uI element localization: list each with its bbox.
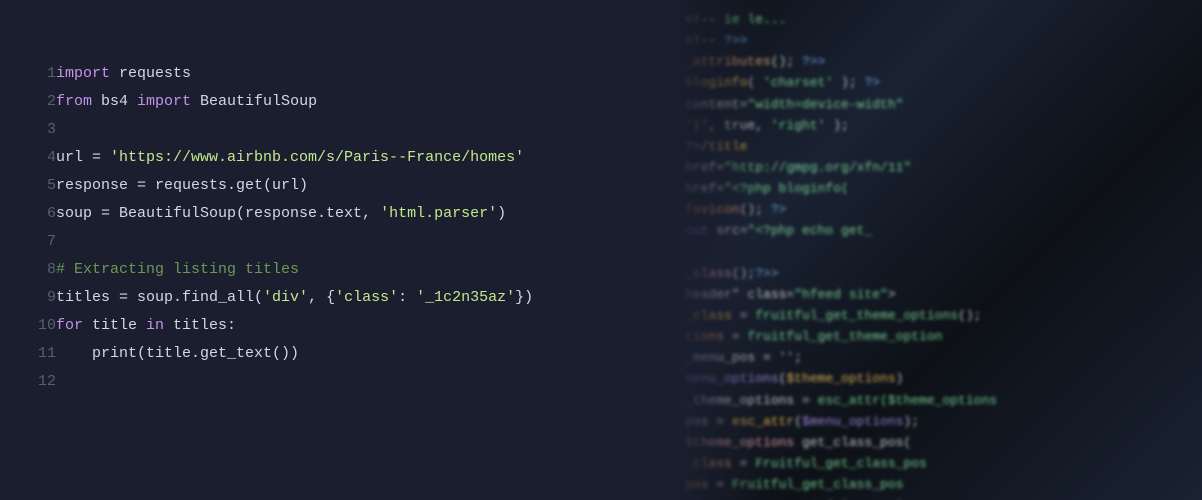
token-kw: for (56, 317, 83, 334)
code-line: 10for title in titles: (20, 312, 650, 340)
token-plain: soup = BeautifulSoup(response.text, (56, 205, 380, 222)
line-number: 10 (20, 312, 56, 340)
token-plain: print(title.get_text()) (56, 345, 299, 362)
token-plain: bs4 (92, 93, 137, 110)
token-plain: , { (308, 289, 335, 306)
token-str: 'class' (335, 289, 398, 306)
token-str: '_1c2n35az' (416, 289, 515, 306)
line-number: 4 (20, 144, 56, 172)
token-kw: in (146, 317, 164, 334)
line-number: 8 (20, 256, 56, 284)
token-comment: # Extracting listing titles (56, 261, 299, 278)
line-content (56, 368, 650, 396)
line-content (56, 116, 650, 144)
token-str: 'https://www.airbnb.com/s/Paris--France/… (110, 149, 524, 166)
token-str: 'div' (263, 289, 308, 306)
line-content: soup = BeautifulSoup(response.text, 'htm… (56, 200, 650, 228)
token-plain: url = (56, 149, 110, 166)
line-number: 7 (20, 228, 56, 256)
line-number: 5 (20, 172, 56, 200)
line-number: 1 (20, 60, 56, 88)
code-panel: 1import requests2from bs4 import Beautif… (0, 0, 670, 500)
line-content (56, 228, 650, 256)
token-plain: requests (110, 65, 191, 82)
token-plain: BeautifulSoup (191, 93, 317, 110)
line-number: 12 (20, 368, 56, 396)
code-line: 8# Extracting listing titles (20, 256, 650, 284)
code-line: 12 (20, 368, 650, 396)
line-number: 11 (20, 340, 56, 368)
line-number: 9 (20, 284, 56, 312)
token-kw: import (137, 93, 191, 110)
line-content: response = requests.get(url) (56, 172, 650, 200)
code-line: 5response = requests.get(url) (20, 172, 650, 200)
line-content: print(title.get_text()) (56, 340, 650, 368)
token-plain: titles: (164, 317, 236, 334)
token-kw: import (56, 65, 110, 82)
line-content: url = 'https://www.airbnb.com/s/Paris--F… (56, 144, 650, 172)
code-line: 11 print(title.get_text()) (20, 340, 650, 368)
line-number: 3 (20, 116, 56, 144)
code-line: 1import requests (20, 60, 650, 88)
line-number: 6 (20, 200, 56, 228)
code-line: 7 (20, 228, 650, 256)
token-kw: from (56, 93, 92, 110)
line-content: from bs4 import BeautifulSoup (56, 88, 650, 116)
line-content: # Extracting listing titles (56, 256, 650, 284)
token-plain: : (398, 289, 416, 306)
code-line: 2from bs4 import BeautifulSoup (20, 88, 650, 116)
code-line: 6soup = BeautifulSoup(response.text, 'ht… (20, 200, 650, 228)
line-number: 2 (20, 88, 56, 116)
code-table: 1import requests2from bs4 import Beautif… (20, 60, 650, 396)
token-plain: }) (515, 289, 533, 306)
blurred-code-background: <!-- ie le... <!-- ?>> _attributes(); ?>… (670, 0, 1202, 500)
line-content: titles = soup.find_all('div', {'class': … (56, 284, 650, 312)
code-line: 4url = 'https://www.airbnb.com/s/Paris--… (20, 144, 650, 172)
blurred-code-overlay: <!-- ie le... <!-- ?>> _attributes(); ?>… (670, 0, 1202, 500)
line-content: for title in titles: (56, 312, 650, 340)
token-plain: titles = soup.find_all( (56, 289, 263, 306)
token-plain: response = requests.get(url) (56, 177, 308, 194)
token-str: 'html.parser' (380, 205, 497, 222)
token-plain: title (83, 317, 146, 334)
line-content: import requests (56, 60, 650, 88)
code-line: 9titles = soup.find_all('div', {'class':… (20, 284, 650, 312)
code-line: 3 (20, 116, 650, 144)
token-plain: ) (497, 205, 506, 222)
